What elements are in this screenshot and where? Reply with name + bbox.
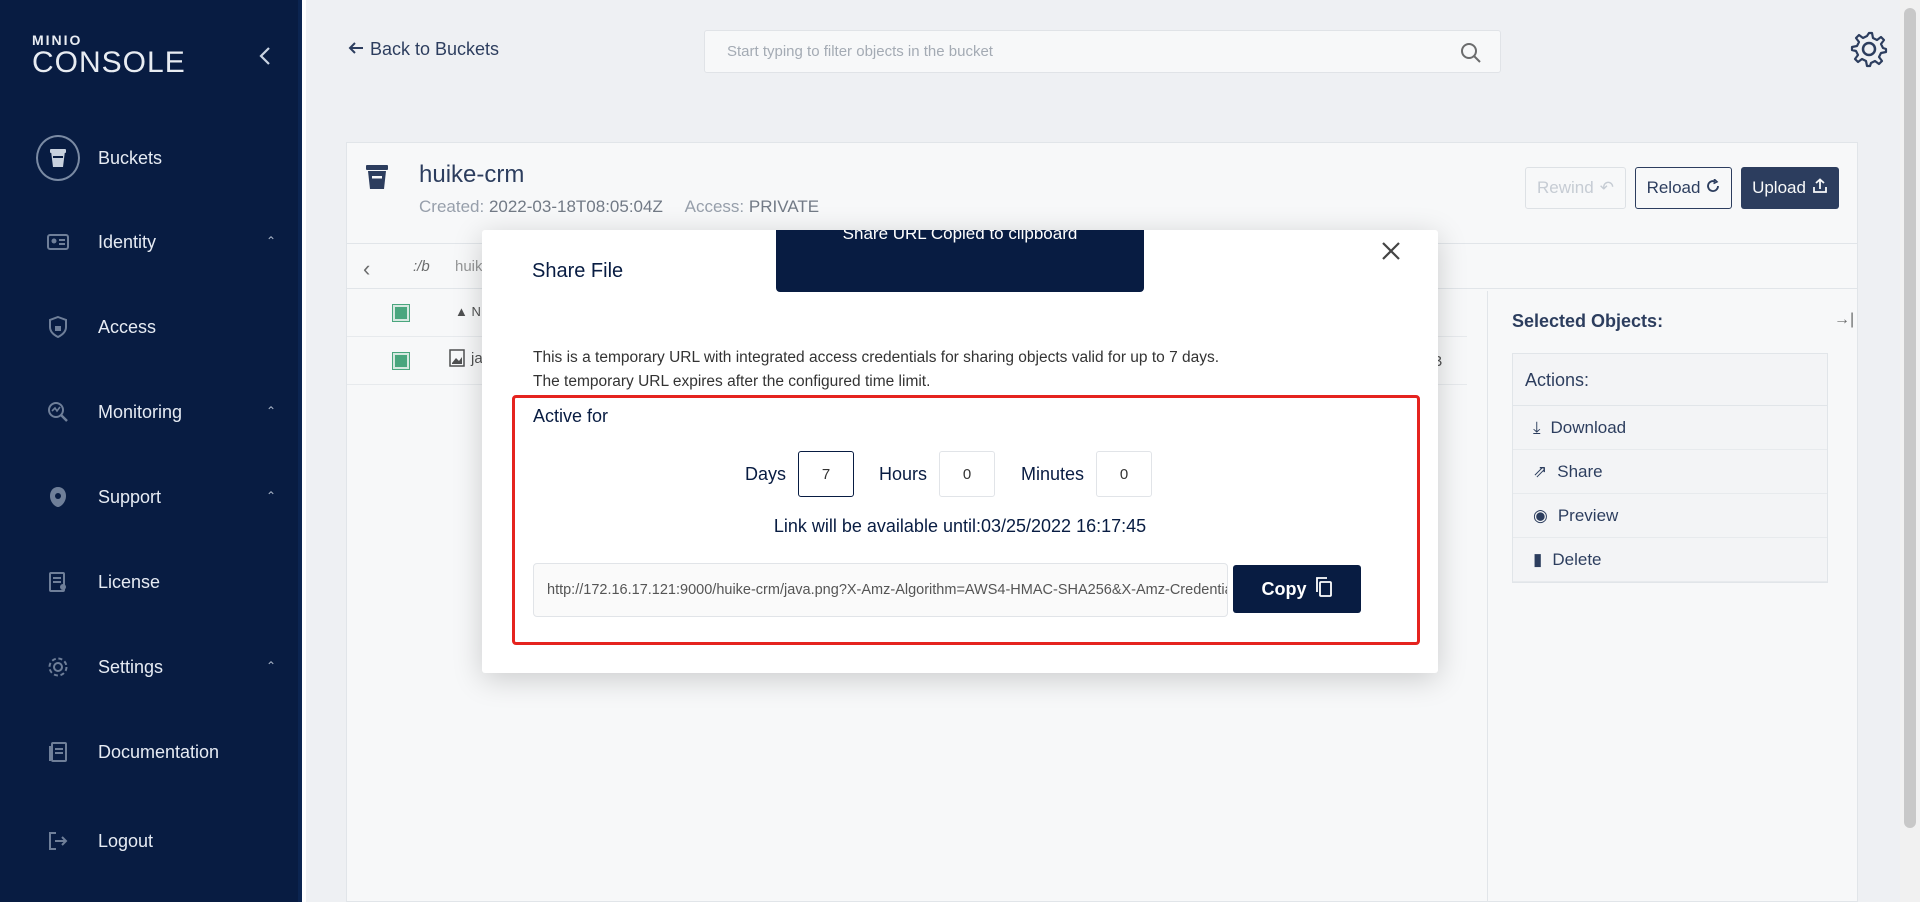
chevron-up-icon: ⌃: [265, 234, 276, 248]
license-icon: [36, 560, 80, 604]
days-input[interactable]: 7: [798, 451, 855, 497]
logo-bottom-text: CONSOLE: [32, 46, 186, 79]
copy-button[interactable]: Copy: [1233, 565, 1361, 613]
sidebar-item-label: License: [98, 571, 161, 592]
sidebar-item-label: Documentation: [98, 741, 220, 762]
desc-line-1: This is a temporary URL with integrated …: [533, 349, 1220, 366]
sidebar-item-label: Identity: [98, 231, 157, 252]
identity-card-icon: [36, 220, 80, 264]
sidebar-item-support[interactable]: Support ⌃: [36, 475, 276, 519]
shield-lock-icon: [36, 305, 80, 349]
bucket-icon: [36, 135, 80, 181]
support-icon: [36, 475, 80, 519]
chevron-up-icon: ⌃: [265, 489, 276, 503]
sidebar-item-access[interactable]: Access: [36, 305, 276, 349]
hours-field: Hours 0: [879, 451, 996, 497]
active-for-label: Active for: [533, 406, 609, 426]
chevron-up-icon: ⌃: [265, 404, 276, 418]
sidebar-item-documentation[interactable]: Documentation: [36, 730, 276, 774]
scrollbar-thumb[interactable]: [1904, 8, 1916, 828]
sidebar-item-label: Monitoring: [98, 401, 183, 422]
toast-text: Share URL Copied to clipboard: [842, 230, 1078, 243]
sidebar-item-logout[interactable]: Logout: [36, 819, 276, 863]
document-icon: [36, 730, 80, 774]
chevron-up-icon: ⌃: [265, 659, 276, 673]
sidebar-item-monitoring[interactable]: Monitoring ⌃: [36, 390, 276, 434]
sidebar-item-label: Logout: [98, 830, 154, 851]
dialog-title: Share File: [532, 260, 624, 282]
days-label: Days: [745, 463, 787, 484]
minio-console-logo[interactable]: MINIO CONSOLE: [32, 32, 186, 80]
hours-label: Hours: [879, 463, 928, 484]
gear-icon: [36, 645, 80, 689]
minutes-input[interactable]: 0: [1096, 451, 1153, 497]
link-expiry-text: Link will be available until:03/25/2022 …: [773, 516, 1147, 536]
sidebar-item-settings[interactable]: Settings ⌃: [36, 645, 276, 689]
days-field: Days 7: [745, 451, 855, 497]
sidebar-item-label: Settings: [98, 656, 164, 677]
hours-input[interactable]: 0: [939, 451, 996, 497]
sidebar-item-buckets[interactable]: Buckets: [36, 135, 276, 181]
share-file-dialog: Share URL Copied to clipboard Share File…: [482, 230, 1438, 673]
sidebar: MINIO CONSOLE Buckets Identity ⌃ Access …: [0, 0, 302, 902]
share-url-field[interactable]: http://172.16.17.121:9000/huike-crm/java…: [533, 563, 1228, 617]
copy-icon: [1315, 576, 1333, 602]
desc-line-2: The temporary URL expires after the conf…: [533, 373, 931, 390]
copied-toast: Share URL Copied to clipboard: [776, 230, 1144, 292]
collapse-sidebar-chevron-icon[interactable]: [258, 46, 278, 66]
magnifier-chart-icon: [36, 390, 80, 434]
sidebar-item-identity[interactable]: Identity ⌃: [36, 220, 276, 264]
sidebar-item-license[interactable]: License: [36, 560, 276, 604]
minutes-field: Minutes 0: [1021, 451, 1153, 497]
page-scrollbar[interactable]: [1900, 0, 1920, 902]
sidebar-item-label: Support: [98, 486, 162, 507]
share-url-text: http://172.16.17.121:9000/huike-crm/java…: [547, 582, 1228, 598]
copy-label: Copy: [1261, 578, 1307, 599]
minutes-label: Minutes: [1021, 463, 1085, 484]
share-description: This is a temporary URL with integrated …: [533, 346, 1219, 394]
sidebar-item-label: Access: [98, 316, 157, 337]
logout-icon: [36, 819, 80, 863]
close-icon[interactable]: [1376, 236, 1406, 266]
sidebar-item-label: Buckets: [98, 147, 163, 168]
